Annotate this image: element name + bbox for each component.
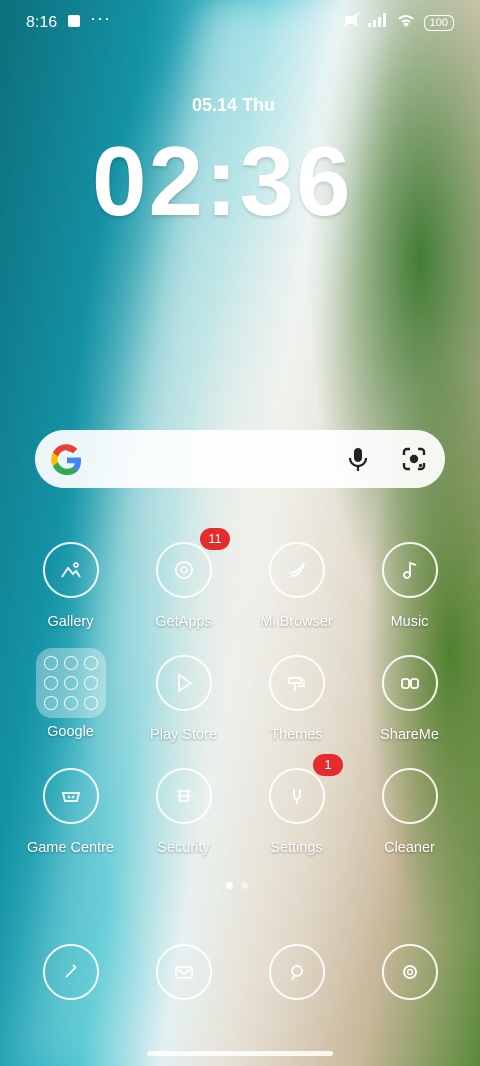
dock-phone[interactable] [14, 944, 127, 1000]
browser-icon [268, 944, 325, 1000]
dock-messages[interactable] [127, 944, 240, 1000]
shareme-icon [381, 655, 438, 711]
app-label: ShareMe [380, 727, 439, 743]
phone-icon [42, 944, 99, 1000]
date-text: 05.14 Thu [192, 95, 275, 116]
browser-icon [268, 542, 325, 598]
app-label: Security [157, 840, 210, 856]
app-label: Cleaner [384, 840, 435, 856]
app-getapps[interactable]: 11 GetApps [127, 528, 240, 630]
app-label: Themes [270, 727, 323, 743]
app-label: Play Store [150, 727, 217, 743]
notification-square-icon [68, 15, 80, 27]
lens-icon[interactable] [399, 444, 429, 474]
app-themes[interactable]: Themes [240, 655, 353, 743]
page-dot [241, 882, 248, 889]
cleaner-icon [381, 768, 438, 824]
security-icon [155, 768, 212, 824]
google-logo-icon [51, 444, 81, 476]
play-store-icon [155, 655, 212, 711]
app-label: Settings [270, 840, 323, 856]
signal-icon [367, 13, 388, 32]
date-weekday: Thu [242, 95, 276, 115]
game-centre-icon [42, 768, 99, 824]
dock-camera[interactable] [353, 944, 466, 1000]
camera-icon [381, 944, 438, 1000]
google-search-bar[interactable] [35, 430, 445, 488]
themes-icon [268, 655, 325, 711]
app-label: GetApps [155, 614, 212, 630]
app-game-centre[interactable]: Game Centre [14, 768, 127, 856]
notification-badge: 1 [313, 754, 343, 776]
notification-badge: 11 [200, 528, 230, 550]
dock-browser[interactable] [240, 944, 353, 1000]
clock-widget[interactable]: 02:36 [92, 125, 353, 238]
gesture-home-bar[interactable] [147, 1051, 333, 1056]
google-folder-icon [35, 648, 106, 718]
more-notifications-icon: ··· [90, 8, 111, 28]
battery-icon: 100 [423, 14, 454, 31]
app-mi-browser[interactable]: Mi Browser [240, 542, 353, 630]
mic-icon[interactable] [343, 444, 373, 474]
mute-vibrate-icon [342, 12, 360, 33]
status-bar: 8:16 ··· 100 [0, 0, 480, 46]
app-music[interactable]: Music [353, 542, 466, 630]
app-gallery[interactable]: Gallery [14, 542, 127, 630]
status-time: 8:16 [26, 14, 58, 31]
home-screen: 8:16 ··· 100 05.14 Thu 02:36 Gallery 11 … [0, 0, 480, 1066]
app-shareme[interactable]: ShareMe [353, 655, 466, 743]
page-indicator[interactable] [226, 882, 248, 889]
app-settings[interactable]: 1 Settings [240, 754, 353, 856]
app-play-store[interactable]: Play Store [127, 655, 240, 743]
app-label: Google [47, 724, 94, 740]
app-label: Gallery [47, 614, 94, 630]
settings-icon [268, 768, 325, 824]
app-google-folder[interactable]: Google [14, 648, 127, 740]
gallery-icon [42, 542, 99, 598]
status-right: 100 [342, 12, 454, 33]
messages-icon [155, 944, 212, 1000]
app-label: Mi Browser [260, 614, 333, 630]
page-dot-active [226, 882, 233, 889]
date-day: 05.14 [192, 95, 238, 115]
app-security[interactable]: Security [127, 768, 240, 856]
music-icon [381, 542, 438, 598]
getapps-icon [155, 542, 212, 598]
app-label: Music [390, 614, 429, 630]
app-label: Game Centre [26, 840, 115, 856]
wifi-icon [396, 12, 416, 33]
app-cleaner[interactable]: Cleaner [353, 768, 466, 856]
